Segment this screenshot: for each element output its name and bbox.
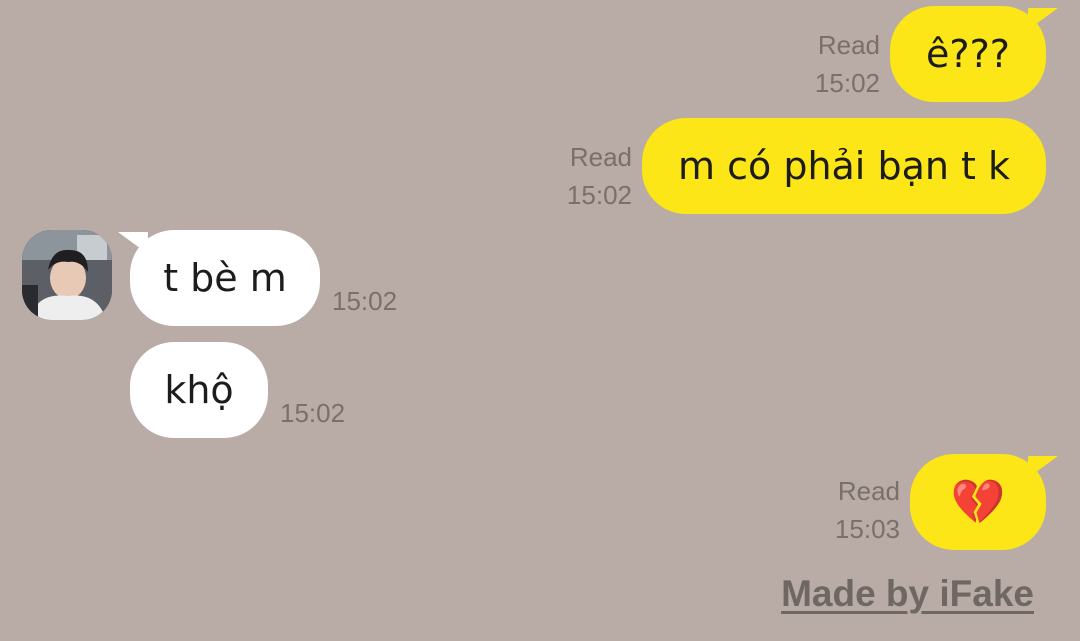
message-3-meta: 15:02	[332, 282, 397, 320]
read-status: Read	[837, 476, 900, 506]
read-status: Read	[817, 30, 880, 60]
message-text: ê???	[926, 32, 1010, 76]
watermark-link[interactable]: Made by iFake	[781, 573, 1034, 615]
message-4-meta: 15:02	[280, 394, 345, 432]
broken-heart-icon: 💔	[950, 477, 1006, 528]
message-text: khộ	[164, 368, 234, 412]
read-status: Read	[569, 142, 632, 172]
timestamp: 15:02	[566, 180, 632, 210]
message-4-bubble[interactable]: khộ	[130, 342, 268, 438]
timestamp: 15:02	[814, 68, 880, 98]
timestamp: 15:02	[280, 398, 346, 428]
message-5-meta: Read 15:03	[835, 472, 900, 548]
timestamp: 15:02	[332, 286, 398, 316]
message-text: m có phải bạn t k	[678, 144, 1010, 188]
message-2-meta: Read 15:02	[567, 138, 632, 214]
message-3-bubble[interactable]: t bè m	[130, 230, 320, 326]
timestamp: 15:03	[834, 514, 900, 544]
message-1-bubble[interactable]: ê???	[890, 6, 1046, 102]
message-1-meta: Read 15:02	[815, 26, 880, 102]
contact-avatar[interactable]	[22, 230, 112, 320]
message-5-bubble[interactable]: 💔	[910, 454, 1046, 550]
contact-avatar-photo	[22, 230, 112, 320]
message-text: t bè m	[163, 256, 287, 300]
message-2-bubble[interactable]: m có phải bạn t k	[642, 118, 1046, 214]
